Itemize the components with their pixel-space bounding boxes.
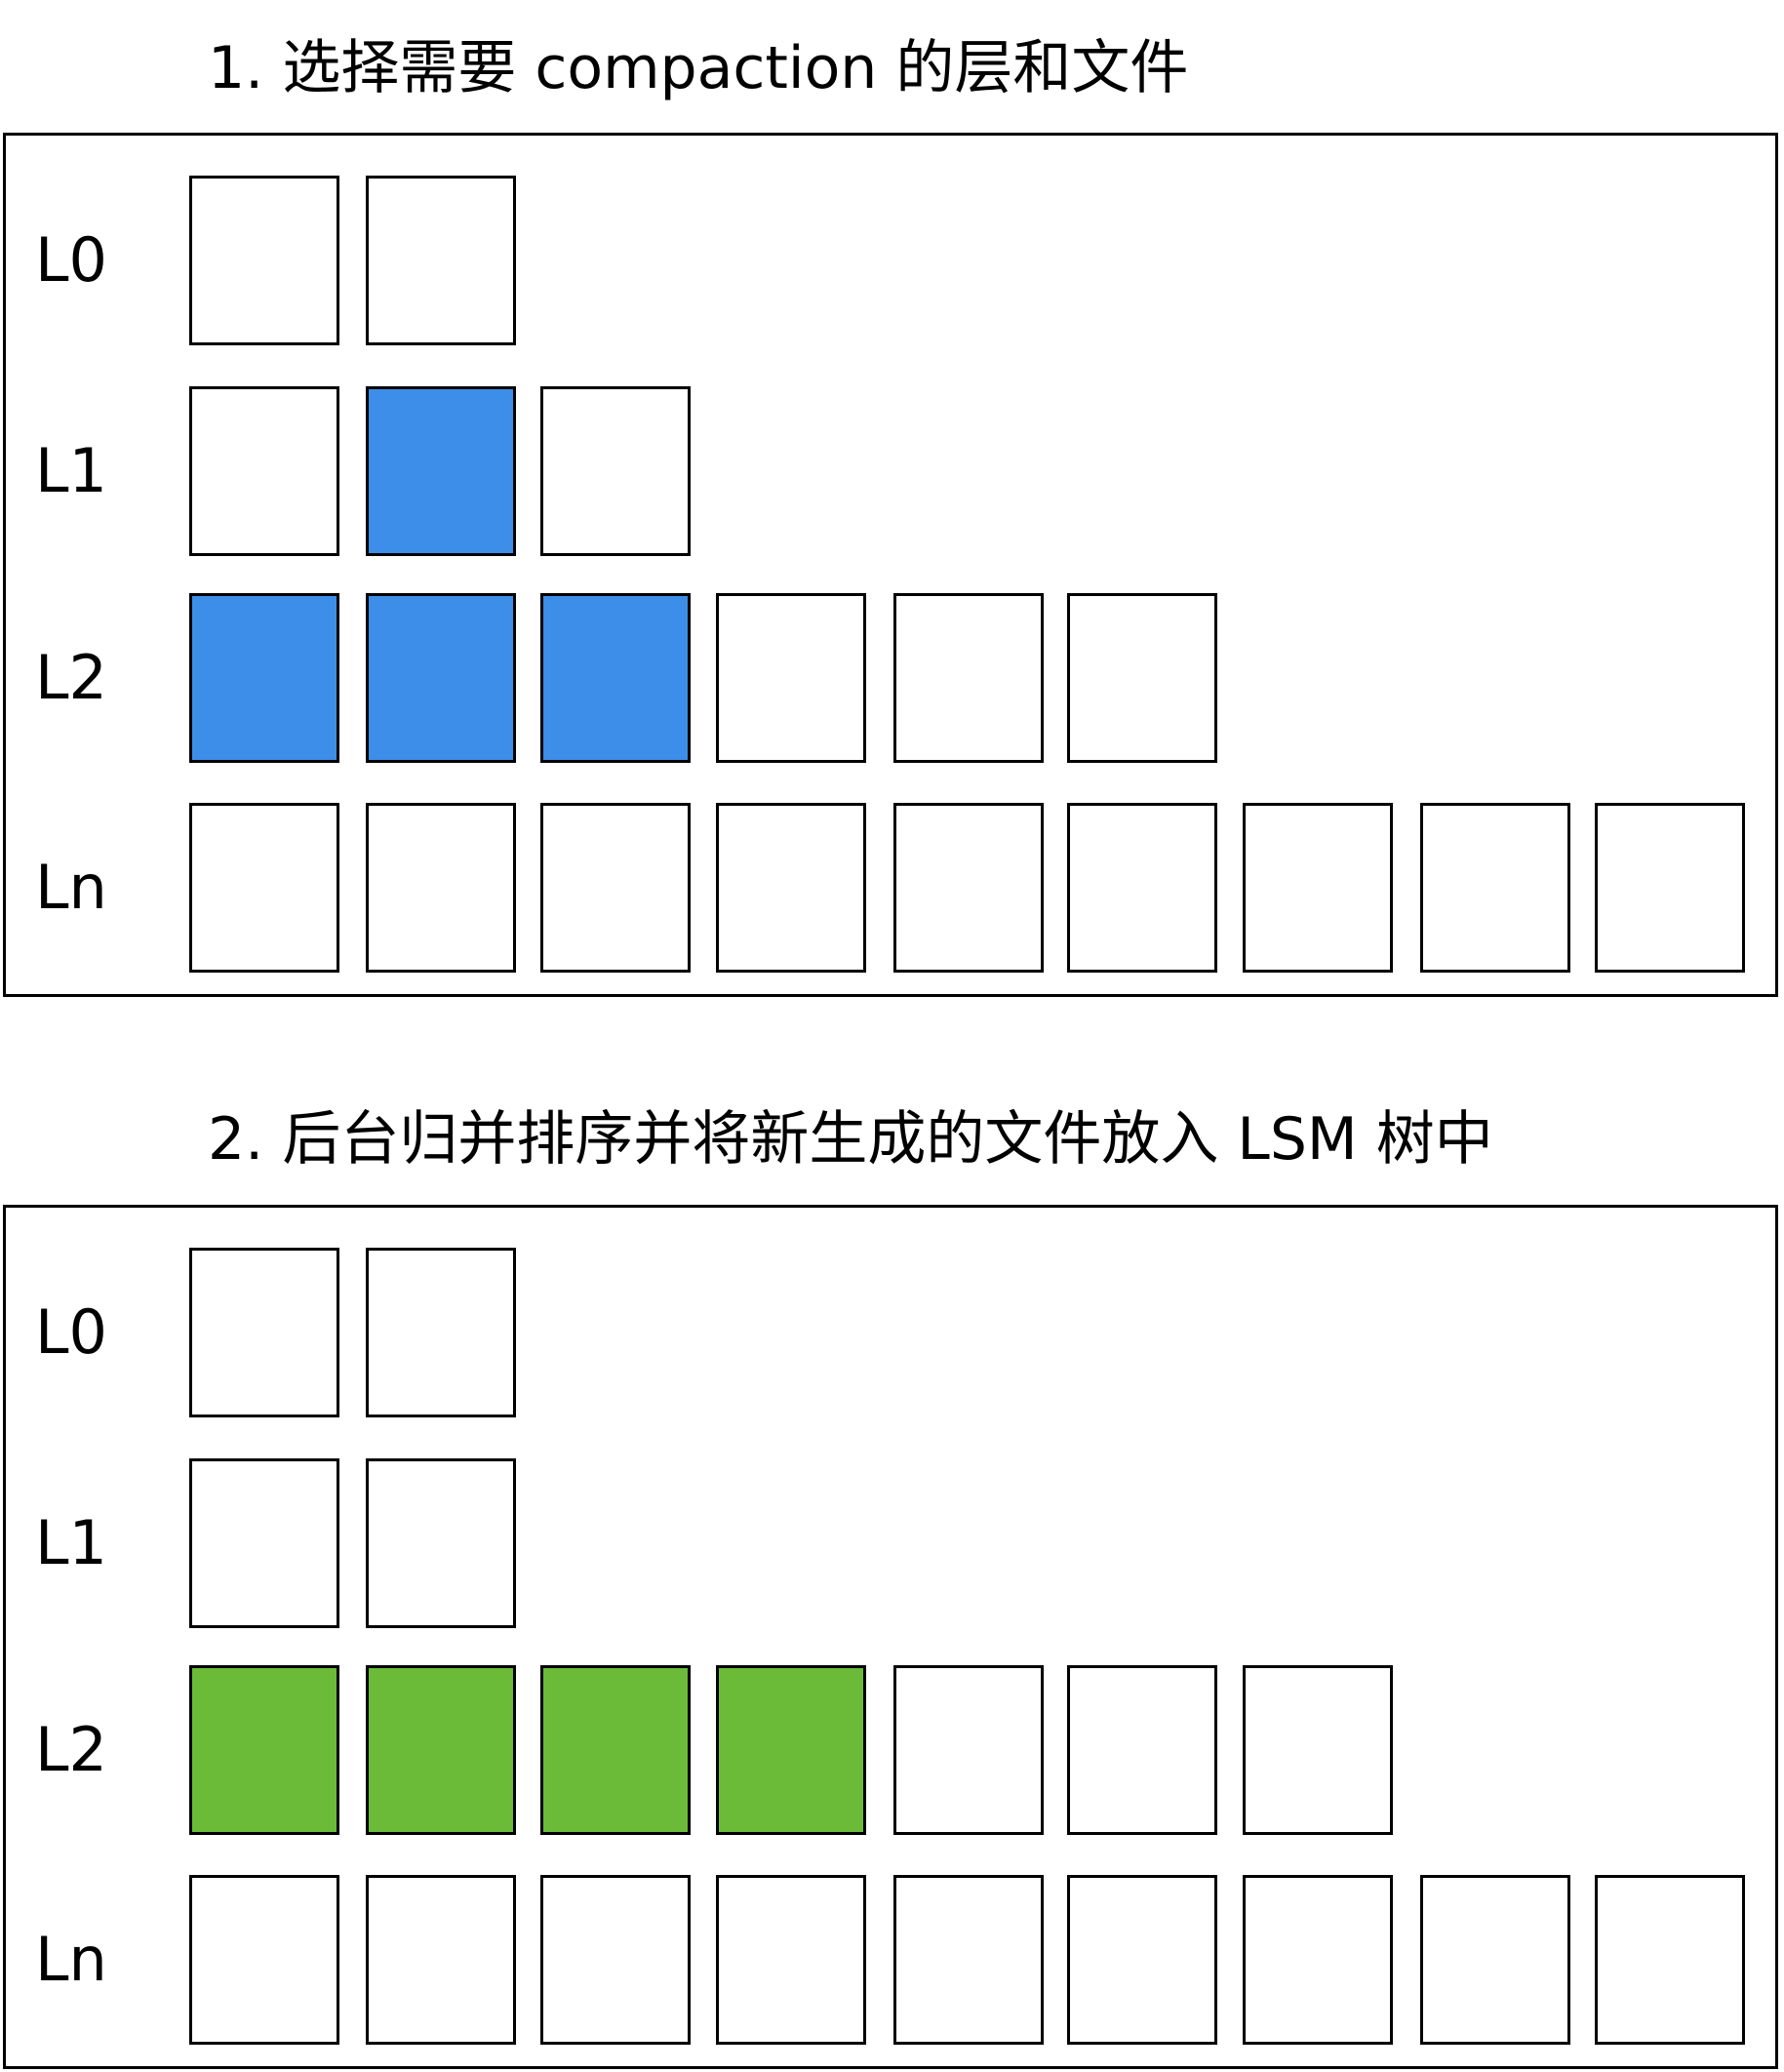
level-label: L0 <box>35 1296 107 1368</box>
level-row-l2: L2 <box>6 593 1775 763</box>
level-row-l1: L1 <box>6 1458 1775 1628</box>
sstable-file-selected <box>366 593 516 763</box>
sstable-file-empty <box>189 386 339 556</box>
sstable-file-empty <box>189 1875 339 2045</box>
sstable-file-empty <box>189 1458 339 1628</box>
level-row-l0: L0 <box>6 176 1775 345</box>
sstable-file-generated <box>366 1665 516 1835</box>
panel-1: L0 L1 L2 Ln <box>3 133 1778 997</box>
level-label: L1 <box>35 435 107 506</box>
sstable-file-empty <box>189 1248 339 1417</box>
sstable-file-empty <box>893 803 1044 973</box>
sstable-file-empty <box>1243 1875 1393 2045</box>
sstable-file-empty <box>1067 1665 1217 1835</box>
sstable-file-empty <box>366 1458 516 1628</box>
level-row-l1: L1 <box>6 386 1775 556</box>
sstable-file-empty <box>1420 1875 1570 2045</box>
level-label: L2 <box>35 1714 107 1785</box>
level-label: L1 <box>35 1507 107 1578</box>
sstable-file-empty <box>366 1875 516 2045</box>
sstable-file-generated <box>540 1665 691 1835</box>
sstable-file-empty <box>366 803 516 973</box>
level-label: L0 <box>35 224 107 296</box>
level-row-l0: L0 <box>6 1248 1775 1417</box>
sstable-file-selected <box>366 386 516 556</box>
sstable-file-empty <box>189 803 339 973</box>
sstable-file-empty <box>366 176 516 345</box>
sstable-file-empty <box>716 1875 866 2045</box>
sstable-file-selected <box>540 593 691 763</box>
sstable-file-empty <box>1243 1665 1393 1835</box>
level-label: Ln <box>35 852 107 923</box>
sstable-file-empty <box>1067 593 1217 763</box>
sstable-file-empty <box>540 1875 691 2045</box>
level-row-ln: Ln <box>6 1875 1775 2045</box>
level-row-l2: L2 <box>6 1665 1775 1835</box>
sstable-file-empty <box>1067 803 1217 973</box>
sstable-file-empty <box>716 803 866 973</box>
level-row-ln: Ln <box>6 803 1775 973</box>
panel-2: L0 L1 L2 Ln <box>3 1205 1778 2069</box>
panel-1-title: 1. 选择需要 compaction 的层和文件 <box>208 34 1189 102</box>
sstable-file-empty <box>1067 1875 1217 2045</box>
sstable-file-empty <box>189 176 339 345</box>
sstable-file-empty <box>1243 803 1393 973</box>
sstable-file-empty <box>540 386 691 556</box>
panel-2-title: 2. 后台归并排序并将新生成的文件放入 LSM 树中 <box>208 1105 1493 1174</box>
sstable-file-empty <box>540 803 691 973</box>
sstable-file-empty <box>716 593 866 763</box>
sstable-file-empty <box>893 1665 1044 1835</box>
sstable-file-empty <box>366 1248 516 1417</box>
level-label: Ln <box>35 1924 107 1995</box>
sstable-file-empty <box>893 593 1044 763</box>
sstable-file-empty <box>1420 803 1570 973</box>
sstable-file-generated <box>189 1665 339 1835</box>
level-label: L2 <box>35 642 107 713</box>
sstable-file-empty <box>893 1875 1044 2045</box>
sstable-file-empty <box>1595 803 1745 973</box>
sstable-file-empty <box>1595 1875 1745 2045</box>
sstable-file-selected <box>189 593 339 763</box>
sstable-file-generated <box>716 1665 866 1835</box>
